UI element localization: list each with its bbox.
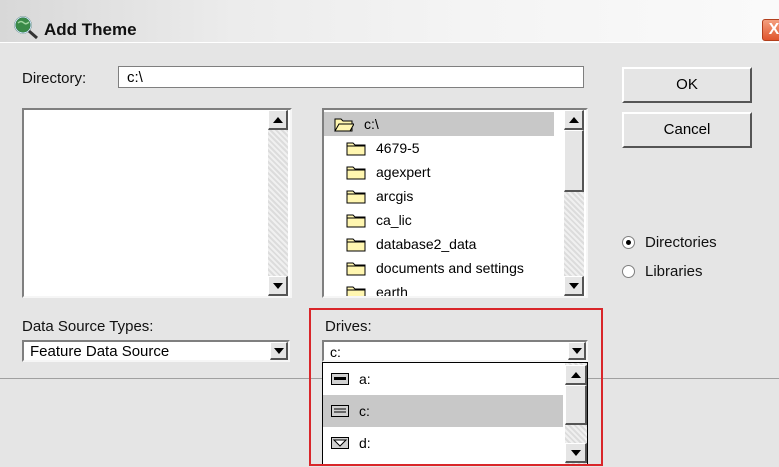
window-title: Add Theme xyxy=(44,20,137,39)
data-source-dropdown-button[interactable] xyxy=(270,342,288,360)
folder-item-label: database2_data xyxy=(376,236,477,252)
cancel-button[interactable]: Cancel xyxy=(622,112,752,148)
radio-directories-label: Directories xyxy=(645,234,717,251)
radio-libraries-button[interactable] xyxy=(622,265,635,278)
radio-libraries-label: Libraries xyxy=(645,263,703,280)
folder-item[interactable]: database2_data xyxy=(324,232,586,256)
folder-item-label: ca_lic xyxy=(376,212,412,228)
radio-directories[interactable]: Directories xyxy=(622,234,717,251)
folder-item-label: agexpert xyxy=(376,164,431,180)
directory-field[interactable]: c:\ xyxy=(118,66,584,88)
directory-label: Directory: xyxy=(22,70,87,87)
file-list-scroll-down[interactable] xyxy=(268,276,288,296)
up-arrow-icon xyxy=(568,116,579,123)
radio-directories-button[interactable] xyxy=(622,236,635,249)
data-source-label: Data Source Types: xyxy=(22,318,154,335)
folder-list[interactable]: c:\ 4679-5 agexpert arcgis ca_lic databa… xyxy=(322,108,588,298)
folder-icon xyxy=(346,262,366,275)
folder-item[interactable]: ca_lic xyxy=(324,208,586,232)
folder-current-label: c:\ xyxy=(364,116,379,132)
data-source-select[interactable]: Feature Data Source xyxy=(22,340,290,362)
folder-item-label: 4679-5 xyxy=(376,140,420,156)
folder-icon xyxy=(346,286,366,296)
down-arrow-icon xyxy=(568,282,579,289)
up-arrow-icon xyxy=(272,116,283,123)
chevron-down-icon xyxy=(273,347,284,354)
folder-current[interactable]: c:\ xyxy=(324,112,554,136)
radio-libraries[interactable]: Libraries xyxy=(622,263,703,280)
folder-item-label: earth xyxy=(376,284,408,298)
annotation-highlight-box xyxy=(309,308,603,466)
folder-list-scroll-up[interactable] xyxy=(564,110,584,130)
folder-item-label: documents and settings xyxy=(376,260,524,276)
close-button[interactable]: X xyxy=(762,19,779,41)
data-source-value: Feature Data Source xyxy=(30,343,170,360)
down-arrow-icon xyxy=(272,282,283,289)
folder-item-label: arcgis xyxy=(376,188,414,204)
file-list-scroll-up[interactable] xyxy=(268,110,288,130)
folder-item[interactable]: agexpert xyxy=(324,160,586,184)
folder-item[interactable]: documents and settings xyxy=(324,256,586,280)
folder-item[interactable]: arcgis xyxy=(324,184,586,208)
ok-button[interactable]: OK xyxy=(622,67,752,103)
open-folder-icon xyxy=(334,118,354,131)
folder-list-scroll-down[interactable] xyxy=(564,276,584,296)
directory-value: c:\ xyxy=(127,69,143,86)
folder-icon xyxy=(346,190,366,203)
globe-magnifier-icon xyxy=(14,16,38,40)
file-list[interactable] xyxy=(22,108,292,298)
folder-item[interactable]: 4679-5 xyxy=(324,136,586,160)
file-list-scrollbar[interactable] xyxy=(268,110,288,296)
folder-icon xyxy=(346,214,366,227)
folder-icon xyxy=(346,142,366,155)
folder-icon xyxy=(346,166,366,179)
folder-icon xyxy=(346,238,366,251)
folder-list-scroll-thumb[interactable] xyxy=(564,130,584,192)
folder-item[interactable]: earth xyxy=(324,280,586,298)
